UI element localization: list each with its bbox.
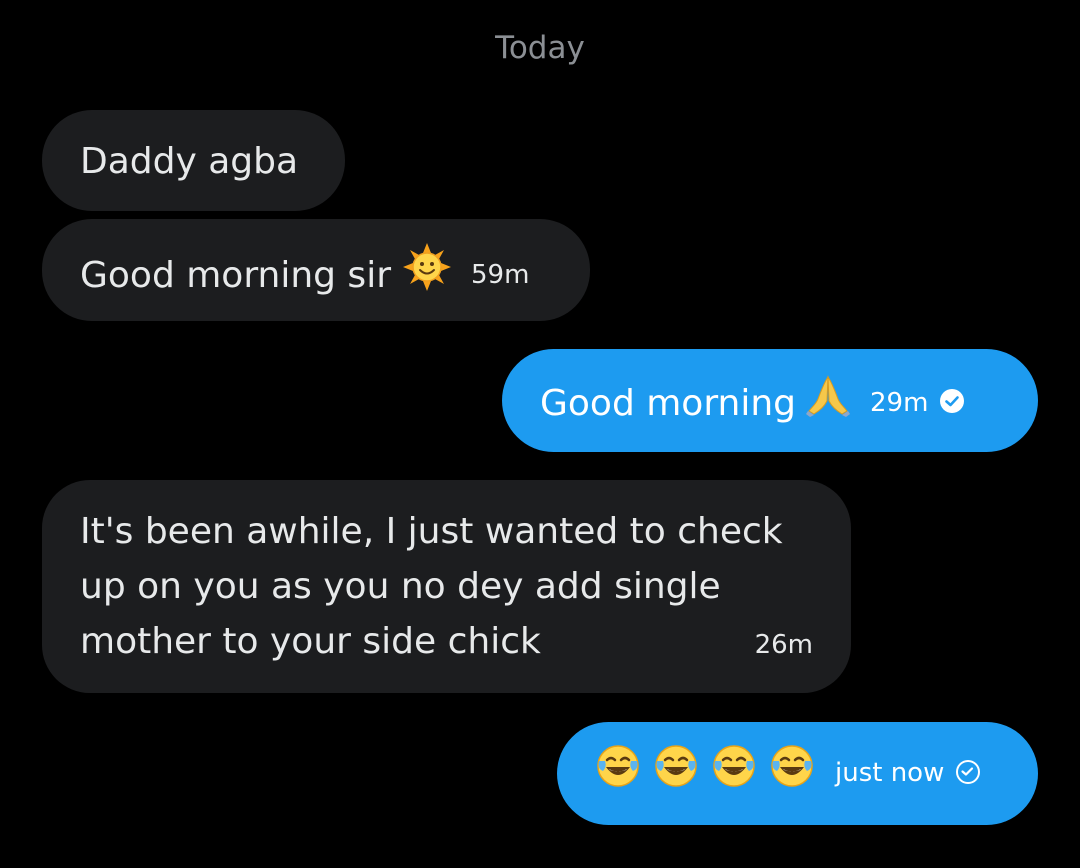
message-bubble-incoming[interactable]: Daddy agba	[42, 110, 345, 211]
date-separator: Today	[495, 30, 585, 66]
message-text: Good morning	[540, 382, 796, 424]
sun-with-face-icon	[403, 243, 451, 307]
message-text: Daddy agba	[80, 141, 299, 182]
message-bubble-outgoing[interactable]: Good morning 29m	[502, 349, 1038, 452]
read-receipt-icon	[940, 389, 965, 413]
message-line: It's been awhile, I just wanted to check	[80, 511, 783, 552]
face-with-tears-of-joy-icon	[653, 743, 699, 805]
message-bubble-incoming[interactable]: Good morning sir 59m	[42, 219, 590, 321]
message-timestamp: 29m	[870, 387, 929, 418]
face-with-tears-of-joy-icon	[711, 743, 757, 805]
message-text: Good morning sir	[80, 254, 391, 296]
message-timestamp: 26m	[754, 630, 813, 660]
face-with-tears-of-joy-icon	[595, 743, 641, 805]
sent-receipt-icon	[956, 759, 981, 784]
message-timestamp: just now	[835, 758, 945, 788]
message-timestamp: 59m	[471, 259, 530, 290]
message-line: mother to your side chick	[80, 621, 541, 662]
folded-hands-icon	[806, 373, 850, 433]
message-bubble-outgoing[interactable]: just now	[557, 722, 1038, 825]
face-with-tears-of-joy-icon	[769, 743, 815, 805]
message-bubble-incoming[interactable]: It's been awhile, I just wanted to check…	[42, 480, 851, 693]
message-line: up on you as you no dey add single	[80, 566, 721, 607]
